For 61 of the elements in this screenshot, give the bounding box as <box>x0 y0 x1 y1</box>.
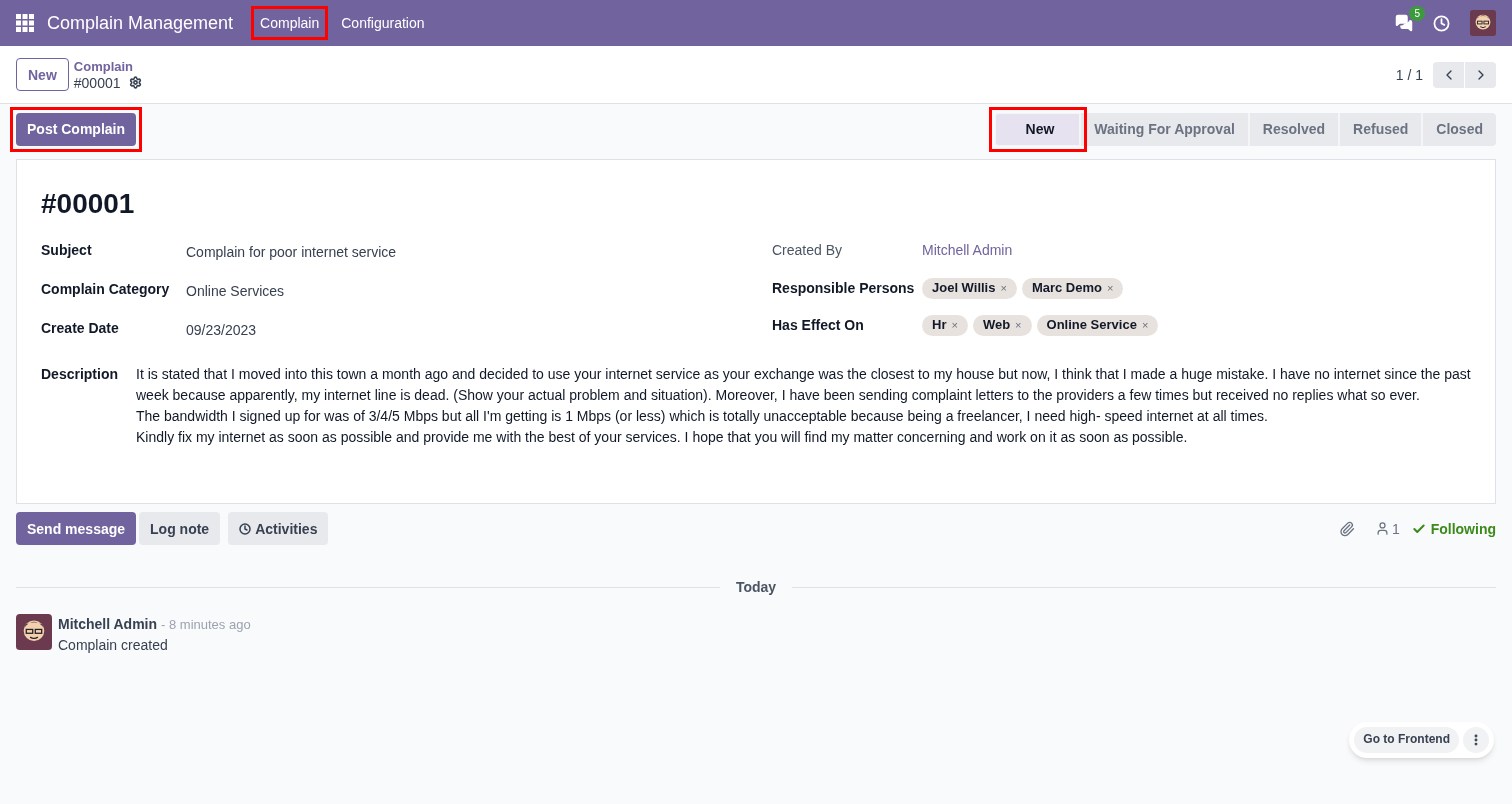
remove-icon[interactable]: × <box>1107 280 1114 297</box>
field-label: Responsible Persons <box>772 279 916 298</box>
field-label: Created By <box>772 241 844 260</box>
field-label: Complain Category <box>41 280 171 299</box>
new-button[interactable]: New <box>16 58 69 91</box>
menu-item[interactable]: Complain <box>257 12 323 34</box>
breadcrumb-link[interactable]: Complain <box>73 58 142 75</box>
tag: Online Service × <box>1036 315 1159 336</box>
message-body: Complain created <box>58 636 169 655</box>
settings-icon[interactable] <box>128 76 142 89</box>
description-paragraph: The bandwidth I signed up for was of 3/4/5 Mbps but all I'm getting is 1 Mbps (or less) which is totally unacceptable because being a freelancer, I need high- speed internet at all times. <box>136 407 1269 426</box>
message-count-badge: 5 <box>1409 6 1425 21</box>
field-label: Description <box>41 365 119 384</box>
chatter-button[interactable]: Activities <box>228 512 329 545</box>
message-author: Mitchell Admin <box>58 615 158 634</box>
chatter-button[interactable]: Send message <box>16 512 137 545</box>
go-to-frontend-button[interactable]: Go to Frontend <box>1354 727 1459 753</box>
followers-button[interactable]: 1 <box>1374 518 1400 539</box>
field-label: Subject <box>41 241 93 260</box>
apps-grid-icon[interactable] <box>16 14 34 32</box>
next-button[interactable] <box>1465 61 1496 88</box>
field-value: 09/23/2023 <box>186 321 257 340</box>
tag: Hr × <box>922 315 968 336</box>
clock-icon <box>239 522 252 535</box>
tag: Web × <box>972 315 1032 336</box>
tag: Joel Willis × <box>922 278 1017 299</box>
tag: Marc Demo × <box>1021 278 1124 299</box>
post-complain-button[interactable]: Post Complain <box>16 112 136 146</box>
remove-icon[interactable]: × <box>951 317 958 334</box>
record-title: #00001 <box>41 187 136 221</box>
previous-button[interactable] <box>1433 61 1464 88</box>
check-icon <box>1411 521 1426 536</box>
paperclip-icon[interactable] <box>1338 520 1355 537</box>
menu-item[interactable]: Configuration <box>338 12 428 34</box>
stage-tab[interactable]: New <box>994 112 1082 146</box>
avatar-icon <box>16 614 52 650</box>
stage-tab[interactable]: Refused <box>1340 112 1424 146</box>
user-icon <box>1374 521 1390 536</box>
clock-icon[interactable] <box>1433 14 1450 32</box>
field-label: Create Date <box>41 319 120 338</box>
field-value: Online Services <box>186 282 285 301</box>
description-paragraph: Kindly fix my internet as soon as possible and provide me with the best of your services. I hope that you will find my matter concerning and work on it as soon as possible. <box>136 428 1189 447</box>
pager-value: 1 / 1 <box>1395 65 1423 85</box>
field-value: Complain for poor internet service <box>186 243 397 262</box>
remove-icon[interactable]: × <box>1141 317 1149 334</box>
stage-tab[interactable]: Waiting For Approval <box>1081 112 1250 146</box>
description-paragraph: It is stated that I moved into this town a month ago and decided to use your internet service as your exchange was the closest to my house but now, I think that I made a huge mistake. I have no internet since the past week because apparently, my internet line is dead. (Show your actual problem and situation). Moreover, I have been sending complaint letters to the providers a few times but received no replies what so ever. <box>136 365 1471 405</box>
field-label: Has Effect On <box>772 316 865 335</box>
record-name: #00001 <box>73 74 121 91</box>
app-title[interactable]: Complain Management <box>47 9 234 37</box>
following-button[interactable]: Following <box>1411 518 1496 539</box>
date-divider: Today <box>735 578 777 597</box>
remove-icon[interactable]: × <box>1000 280 1007 297</box>
remove-icon[interactable]: × <box>1015 317 1022 334</box>
creator-link[interactable]: Mitchell Admin <box>922 240 1013 278</box>
stage-tab[interactable]: Resolved <box>1249 112 1341 146</box>
chatter-button[interactable]: Log note <box>139 512 221 545</box>
stage-tab[interactable]: Closed <box>1423 112 1496 146</box>
avatar-icon <box>1470 10 1496 36</box>
message-time: - 8 minutes ago <box>161 616 251 634</box>
chat-icon[interactable] <box>1395 14 1413 32</box>
